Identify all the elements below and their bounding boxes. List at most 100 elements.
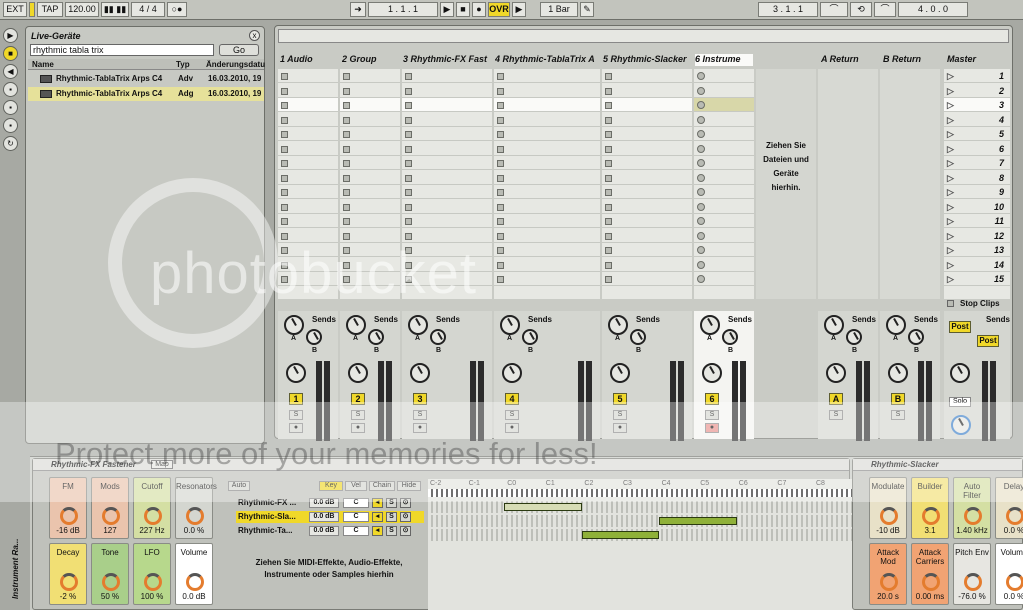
send-b-knob[interactable] bbox=[522, 329, 538, 345]
clip-stop-icon[interactable] bbox=[343, 131, 350, 138]
clip-slot[interactable] bbox=[694, 156, 754, 170]
record-arm-slot-icon[interactable] bbox=[697, 159, 705, 167]
send-b-knob[interactable] bbox=[306, 329, 322, 345]
folder-icon[interactable]: ▪ bbox=[3, 100, 18, 115]
return-header-a[interactable]: A Return bbox=[821, 54, 879, 66]
send-a-knob[interactable] bbox=[408, 315, 428, 335]
clip-slot[interactable] bbox=[402, 200, 492, 214]
clip-slot[interactable] bbox=[602, 69, 692, 83]
clip-slot[interactable] bbox=[278, 156, 338, 170]
pan-knob[interactable] bbox=[888, 363, 908, 383]
clip-stop-icon[interactable] bbox=[405, 189, 412, 196]
track-header-4[interactable]: 4 Rhythmic-TablaTrix A bbox=[495, 54, 599, 66]
track-header-6[interactable]: 6 Instrume bbox=[695, 54, 753, 66]
search-input[interactable]: rhythmic tabla trix bbox=[30, 44, 214, 56]
clip-slot[interactable] bbox=[694, 171, 754, 185]
clip-slot[interactable] bbox=[340, 84, 400, 98]
key-zone[interactable] bbox=[504, 503, 582, 511]
clip-stop-icon[interactable] bbox=[497, 232, 504, 240]
clip-stop-icon[interactable] bbox=[281, 160, 288, 167]
scene-launch-10[interactable]: 10 bbox=[944, 200, 1010, 214]
clip-stop-icon[interactable] bbox=[605, 102, 612, 109]
clip-stop-icon[interactable] bbox=[605, 218, 612, 225]
nudge-buttons[interactable]: ▮▮ ▮▮ bbox=[101, 2, 129, 17]
record-arm-slot-icon[interactable] bbox=[697, 260, 705, 269]
chain-key[interactable]: C bbox=[343, 512, 369, 522]
macro-dial[interactable] bbox=[60, 507, 78, 525]
clip-slot[interactable] bbox=[602, 258, 692, 272]
clip-stop-icon[interactable] bbox=[405, 218, 412, 225]
clip-slot[interactable] bbox=[602, 127, 692, 141]
chain-hotswap-icon[interactable]: ⊙ bbox=[400, 526, 411, 536]
record-arm-slot-icon[interactable] bbox=[697, 86, 705, 95]
clip-slot[interactable] bbox=[494, 156, 600, 170]
clip-stop-icon[interactable] bbox=[405, 174, 412, 182]
clip-slot[interactable] bbox=[340, 214, 400, 228]
post-button-b[interactable]: Post bbox=[977, 335, 999, 347]
chain-hotswap-icon[interactable]: ⊙ bbox=[400, 512, 411, 522]
clip-slot[interactable] bbox=[340, 200, 400, 214]
key-zone[interactable] bbox=[582, 531, 659, 539]
post-button[interactable]: Post bbox=[949, 321, 971, 333]
clip-slot[interactable] bbox=[278, 142, 338, 156]
scene-launch-3[interactable]: 3 bbox=[944, 98, 1010, 112]
devices-browser-icon[interactable]: ■ bbox=[3, 46, 18, 61]
clip-slot[interactable] bbox=[340, 69, 400, 83]
clip-stop-icon[interactable] bbox=[343, 73, 350, 80]
clip-slot[interactable] bbox=[494, 127, 600, 141]
clip-slot[interactable] bbox=[694, 229, 754, 243]
clip-stop-icon[interactable] bbox=[281, 131, 288, 138]
send-a-knob[interactable] bbox=[824, 315, 844, 335]
stop-button[interactable]: ■ bbox=[456, 2, 470, 17]
clip-stop-icon[interactable] bbox=[281, 116, 288, 124]
clip-stop-icon[interactable] bbox=[281, 174, 288, 182]
chain-volume[interactable]: 0.0 dB bbox=[309, 512, 339, 522]
clip-stop-icon[interactable] bbox=[281, 87, 288, 95]
clip-slot[interactable] bbox=[602, 185, 692, 199]
macro-dial[interactable] bbox=[1006, 573, 1023, 591]
send-b-knob[interactable] bbox=[368, 329, 384, 345]
macro-knob-attack-carriers[interactable]: Attack Carriers 0.00 ms bbox=[911, 543, 949, 605]
clip-stop-icon[interactable] bbox=[343, 174, 350, 182]
clip-slot[interactable] bbox=[602, 156, 692, 170]
scene-launch-2[interactable]: 2 bbox=[944, 84, 1010, 98]
list-item[interactable]: Rhythmic-TablaTrix Arps C4 Adv 16.03.201… bbox=[28, 72, 264, 86]
record-arm-slot-icon[interactable] bbox=[697, 217, 705, 225]
clip-stop-icon[interactable] bbox=[497, 218, 504, 225]
clip-stop-icon[interactable] bbox=[497, 261, 504, 269]
clip-stop-icon[interactable] bbox=[405, 116, 412, 124]
close-icon[interactable]: x bbox=[249, 30, 260, 41]
refresh-icon[interactable]: ↻ bbox=[3, 136, 18, 151]
send-a-knob[interactable] bbox=[608, 315, 628, 335]
stop-clips-button[interactable]: Stop Clips bbox=[944, 298, 1010, 310]
clip-slot[interactable] bbox=[694, 214, 754, 228]
follow-button[interactable]: ➜ bbox=[350, 2, 366, 17]
chain-key[interactable]: C bbox=[343, 526, 369, 536]
send-b-knob[interactable] bbox=[630, 329, 646, 345]
macro-dial[interactable] bbox=[144, 573, 162, 591]
clip-slot[interactable] bbox=[278, 113, 338, 127]
macro-knob-lfo[interactable]: LFO 100 % bbox=[133, 543, 171, 605]
record-arm-slot-icon[interactable] bbox=[697, 115, 705, 124]
scene-launch-6[interactable]: 6 bbox=[944, 142, 1010, 156]
macro-dial[interactable] bbox=[880, 507, 898, 525]
macro-knob-attack-mod[interactable]: Attack Mod 20.0 s bbox=[869, 543, 907, 605]
send-a-knob[interactable] bbox=[284, 315, 304, 335]
clip-slot[interactable] bbox=[694, 142, 754, 156]
column-name[interactable]: Name bbox=[32, 60, 54, 69]
clip-slot[interactable] bbox=[602, 229, 692, 243]
folder-icon-2[interactable]: ▪ bbox=[3, 118, 18, 133]
clip-stop-icon[interactable] bbox=[343, 160, 350, 167]
clip-stop-icon[interactable] bbox=[605, 276, 612, 283]
master-pan-knob[interactable] bbox=[950, 363, 970, 383]
clip-stop-icon[interactable] bbox=[343, 87, 350, 95]
clip-slot[interactable] bbox=[402, 171, 492, 185]
clip-stop-icon[interactable] bbox=[497, 189, 504, 196]
macro-dial[interactable] bbox=[186, 507, 204, 525]
macro-dial[interactable] bbox=[964, 573, 982, 591]
clip-slot[interactable] bbox=[694, 113, 754, 127]
clip-slot[interactable] bbox=[694, 185, 754, 199]
scene-launch-5[interactable]: 5 bbox=[944, 127, 1010, 141]
pan-knob[interactable] bbox=[502, 363, 522, 383]
scene-launch-12[interactable]: 12 bbox=[944, 229, 1010, 243]
